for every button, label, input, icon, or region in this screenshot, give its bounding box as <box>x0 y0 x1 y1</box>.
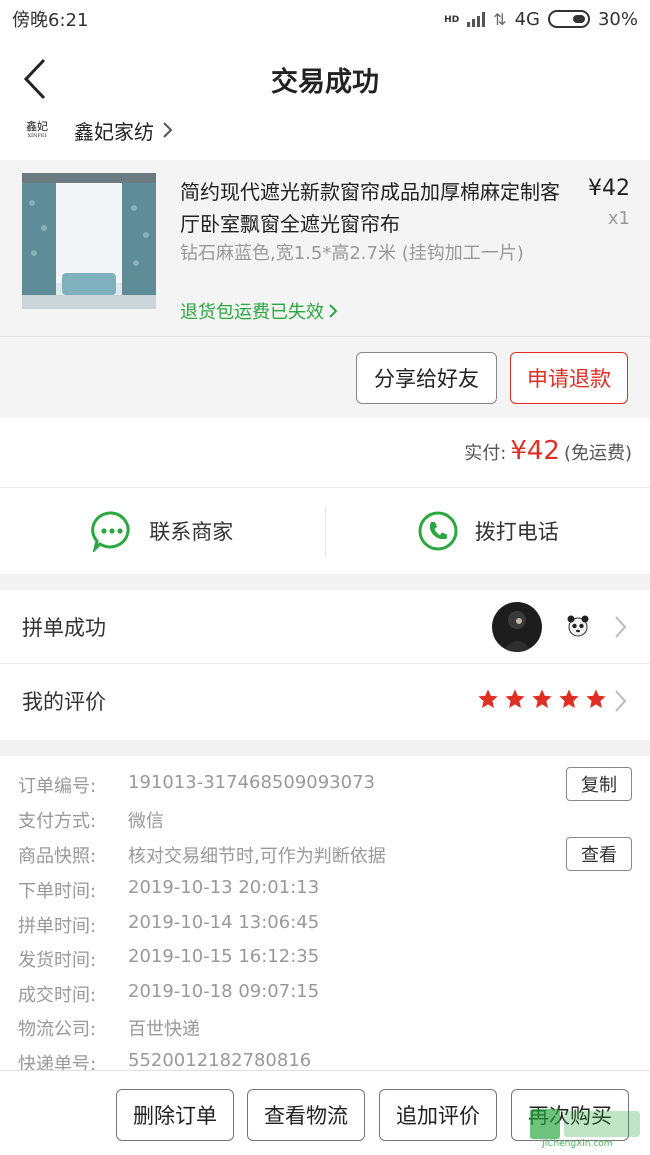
pay-method-label: 支付方式: <box>18 811 97 832</box>
detail-row: 快递单号: 5520012182780816 <box>18 1050 311 1070</box>
group-time-label: 拼单时间: <box>18 916 97 937</box>
network-type: 4G <box>514 8 540 30</box>
order-time-label: 下单时间: <box>18 881 97 902</box>
avatar[interactable] <box>562 610 594 642</box>
product-thumbnail[interactable] <box>22 173 156 309</box>
star-icon <box>586 689 606 708</box>
detail-row: 发货时间: 2019-10-15 16:12:35 <box>18 946 319 972</box>
refund-shipping-link[interactable]: 退货包运费已失效 <box>180 298 338 324</box>
group-time-value: 2019-10-14 13:06:45 <box>128 912 320 933</box>
order-no-label: 订单编号: <box>18 776 97 797</box>
shop-logo: 鑫妃 XINFEI <box>26 120 48 139</box>
chevron-right-icon <box>615 690 627 712</box>
star-icon <box>478 689 498 708</box>
signal-icon <box>467 11 486 27</box>
contact-merchant-button[interactable]: 联系商家 <box>0 488 325 574</box>
star-icon <box>559 689 579 708</box>
group-buy-label: 拼单成功 <box>22 616 106 640</box>
my-review-label: 我的评价 <box>22 690 106 714</box>
shop-row[interactable]: 鑫妃 XINFEI 鑫妃家纺 <box>0 100 650 160</box>
deal-time-label: 成交时间: <box>18 985 97 1006</box>
contact-bar: 联系商家 拨打电话 <box>0 488 650 574</box>
tracking-value: 5520012182780816 <box>128 1050 312 1070</box>
shipping-note: (免运费) <box>563 443 632 464</box>
detail-row: 成交时间: 2019-10-18 09:07:15 <box>18 981 319 1007</box>
detail-row: 下单时间: 2019-10-13 20:01:13 <box>18 877 319 903</box>
view-snapshot-button[interactable]: 查看 <box>566 837 632 871</box>
my-review-row[interactable]: 我的评价 <box>0 664 650 740</box>
star-icon <box>532 689 552 708</box>
delete-order-button[interactable]: 删除订单 <box>116 1089 234 1141</box>
product-spec: 钻石麻蓝色,宽1.5*高2.7米 (挂钩加工一片) <box>180 243 524 264</box>
chevron-right-icon <box>163 122 173 138</box>
chevron-right-icon <box>615 616 627 638</box>
phone-icon <box>418 511 458 551</box>
product-title[interactable]: 简约现代遮光新款窗帘成品加厚棉麻定制客厅卧室飘窗全遮光窗帘布 <box>180 176 568 240</box>
detail-row: 商品快照: 核对交易细节时,可作为判断依据 <box>18 842 386 868</box>
payment-summary: 实付: ¥42 (免运费) <box>0 418 650 488</box>
snapshot-value: 核对交易细节时,可作为判断依据 <box>128 846 386 867</box>
product-price: ¥42 <box>588 176 630 201</box>
data-arrows-icon: ⇅ <box>493 9 507 29</box>
chevron-right-icon <box>329 304 338 318</box>
site-watermark: JiChengXin.com <box>528 1107 644 1149</box>
battery-icon <box>547 10 590 28</box>
status-time: 傍晚6:21 <box>12 10 89 31</box>
star-icon <box>505 689 525 708</box>
order-details: 订单编号: 191013-317468509093073 复制 支付方式: 微信 商… <box>0 756 650 1070</box>
add-review-button[interactable]: 追加评价 <box>379 1089 497 1141</box>
avatar[interactable] <box>492 602 542 652</box>
refund-button[interactable]: 申请退款 <box>510 352 628 404</box>
ship-time-label: 发货时间: <box>18 950 97 971</box>
page-title: 交易成功 <box>271 67 379 98</box>
share-button[interactable]: 分享给好友 <box>356 352 497 404</box>
status-bar: 傍晚6:21 HD ⇅ 4G 30% <box>0 0 650 38</box>
order-time-value: 2019-10-13 20:01:13 <box>128 877 320 898</box>
carrier-label: 物流公司: <box>18 1019 97 1040</box>
status-icons: HD ⇅ 4G 30% <box>444 9 638 30</box>
product-quantity: x1 <box>607 208 630 229</box>
deal-time-value: 2019-10-18 09:07:15 <box>128 981 320 1002</box>
paid-amount: ¥42 <box>510 436 560 466</box>
product-actions: 分享给好友 申请退款 <box>0 336 650 418</box>
carrier-value: 百世快递 <box>128 1019 200 1040</box>
order-no-value: 191013-317468509093073 <box>128 772 375 793</box>
pay-method-value: 微信 <box>128 811 164 832</box>
star-rating <box>477 688 607 710</box>
call-phone-button[interactable]: 拨打电话 <box>326 488 650 574</box>
paid-label: 实付: <box>464 443 507 464</box>
chat-bubble-icon <box>91 511 130 552</box>
detail-row: 物流公司: 百世快递 <box>18 1015 200 1041</box>
detail-row: 订单编号: 191013-317468509093073 <box>18 772 375 798</box>
detail-row: 支付方式: 微信 <box>18 807 164 833</box>
snapshot-label: 商品快照: <box>18 846 97 867</box>
product-card[interactable]: 简约现代遮光新款窗帘成品加厚棉麻定制客厅卧室飘窗全遮光窗帘布 ¥42 x1 钻石… <box>0 160 650 336</box>
bottom-action-bar: 删除订单 查看物流 追加评价 再次购买 JiChengXin.com <box>0 1070 650 1155</box>
group-buy-row[interactable]: 拼单成功 <box>0 590 650 664</box>
ship-time-value: 2019-10-15 16:12:35 <box>128 946 320 967</box>
battery-percent: 30% <box>597 8 638 30</box>
shop-name: 鑫妃家纺 <box>74 119 154 144</box>
view-logistics-button[interactable]: 查看物流 <box>247 1089 365 1141</box>
detail-row: 拼单时间: 2019-10-14 13:06:45 <box>18 912 319 938</box>
hd-indicator: HD <box>444 14 460 25</box>
copy-button[interactable]: 复制 <box>566 767 632 801</box>
tracking-label: 快递单号: <box>18 1054 97 1070</box>
